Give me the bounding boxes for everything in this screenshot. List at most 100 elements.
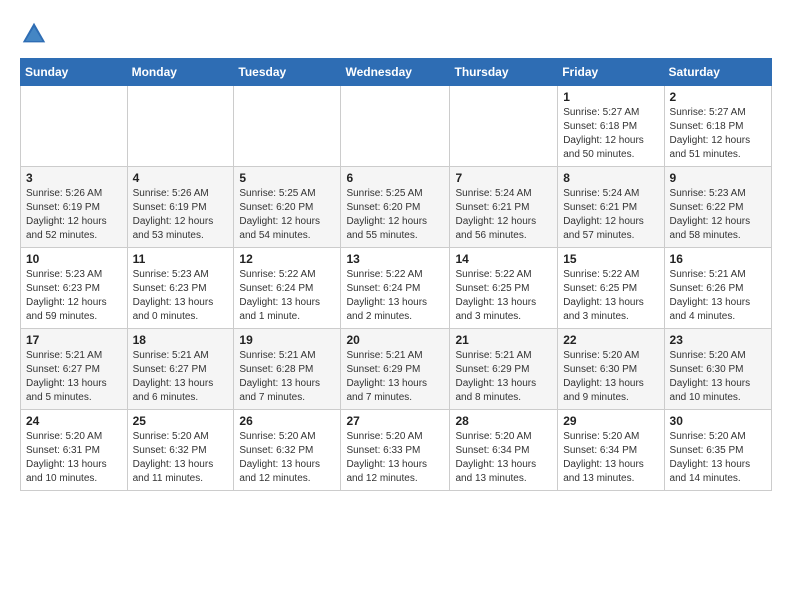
calendar-cell: 3 Sunrise: 5:26 AMSunset: 6:19 PMDaylight… xyxy=(21,167,128,248)
day-number: 14 xyxy=(455,252,552,266)
day-info: Sunrise: 5:23 AMSunset: 6:23 PMDaylight:… xyxy=(26,268,122,324)
day-number: 3 xyxy=(26,171,122,185)
day-number: 13 xyxy=(346,252,444,266)
day-info: Sunrise: 5:20 AMSunset: 6:33 PMDaylight:… xyxy=(346,430,444,486)
col-header-tuesday: Tuesday xyxy=(234,59,341,86)
day-number: 29 xyxy=(563,414,658,428)
day-info: Sunrise: 5:22 AMSunset: 6:24 PMDaylight:… xyxy=(346,268,444,324)
day-info: Sunrise: 5:21 AMSunset: 6:29 PMDaylight:… xyxy=(455,349,552,405)
calendar-cell: 11 Sunrise: 5:23 AMSunset: 6:23 PMDayligh… xyxy=(127,248,234,329)
day-number: 7 xyxy=(455,171,552,185)
col-header-wednesday: Wednesday xyxy=(341,59,450,86)
calendar-cell xyxy=(341,86,450,167)
day-number: 27 xyxy=(346,414,444,428)
calendar-cell xyxy=(127,86,234,167)
day-info: Sunrise: 5:27 AMSunset: 6:18 PMDaylight:… xyxy=(670,106,766,162)
calendar-cell: 27 Sunrise: 5:20 AMSunset: 6:33 PMDayligh… xyxy=(341,410,450,491)
day-number: 10 xyxy=(26,252,122,266)
calendar-cell: 19 Sunrise: 5:21 AMSunset: 6:28 PMDayligh… xyxy=(234,329,341,410)
calendar-cell: 24 Sunrise: 5:20 AMSunset: 6:31 PMDayligh… xyxy=(21,410,128,491)
day-number: 5 xyxy=(239,171,335,185)
calendar-cell: 1 Sunrise: 5:27 AMSunset: 6:18 PMDaylight… xyxy=(558,86,664,167)
calendar-cell: 21 Sunrise: 5:21 AMSunset: 6:29 PMDayligh… xyxy=(450,329,558,410)
day-info: Sunrise: 5:20 AMSunset: 6:34 PMDaylight:… xyxy=(455,430,552,486)
day-number: 23 xyxy=(670,333,766,347)
calendar-cell: 4Sunrise: 5:26 AMSunset: 6:19 PMDaylight… xyxy=(127,167,234,248)
calendar-cell: 5 Sunrise: 5:25 AMSunset: 6:20 PMDaylight… xyxy=(234,167,341,248)
calendar-cell: 8Sunrise: 5:24 AMSunset: 6:21 PMDaylight… xyxy=(558,167,664,248)
calendar-cell xyxy=(450,86,558,167)
day-number: 25 xyxy=(133,414,229,428)
day-info: Sunrise: 5:27 AMSunset: 6:18 PMDaylight:… xyxy=(563,106,658,162)
calendar-cell: 15Sunrise: 5:22 AMSunset: 6:25 PMDayligh… xyxy=(558,248,664,329)
day-info: Sunrise: 5:22 AMSunset: 6:24 PMDaylight:… xyxy=(239,268,335,324)
logo-icon xyxy=(20,20,48,48)
day-number: 11 xyxy=(133,252,229,266)
calendar-cell xyxy=(234,86,341,167)
day-number: 26 xyxy=(239,414,335,428)
day-number: 15 xyxy=(563,252,658,266)
calendar-cell: 13 Sunrise: 5:22 AMSunset: 6:24 PMDayligh… xyxy=(341,248,450,329)
day-number: 22 xyxy=(563,333,658,347)
col-header-monday: Monday xyxy=(127,59,234,86)
calendar-cell: 16Sunrise: 5:21 AMSunset: 6:26 PMDayligh… xyxy=(664,248,771,329)
col-header-friday: Friday xyxy=(558,59,664,86)
day-info: Sunrise: 5:25 AMSunset: 6:20 PMDaylight:… xyxy=(239,187,335,243)
day-number: 12 xyxy=(239,252,335,266)
calendar-cell: 30 Sunrise: 5:20 AMSunset: 6:35 PMDayligh… xyxy=(664,410,771,491)
calendar-cell: 7 Sunrise: 5:24 AMSunset: 6:21 PMDaylight… xyxy=(450,167,558,248)
day-number: 20 xyxy=(346,333,444,347)
day-number: 19 xyxy=(239,333,335,347)
day-number: 8 xyxy=(563,171,658,185)
day-info: Sunrise: 5:24 AMSunset: 6:21 PMDaylight:… xyxy=(455,187,552,243)
day-info: Sunrise: 5:20 AMSunset: 6:34 PMDaylight:… xyxy=(563,430,658,486)
day-info: Sunrise: 5:20 AMSunset: 6:32 PMDaylight:… xyxy=(133,430,229,486)
col-header-thursday: Thursday xyxy=(450,59,558,86)
calendar-week-row: 17Sunrise: 5:21 AMSunset: 6:27 PMDayligh… xyxy=(21,329,772,410)
calendar-cell: 10 Sunrise: 5:23 AMSunset: 6:23 PMDayligh… xyxy=(21,248,128,329)
calendar-cell: 26 Sunrise: 5:20 AMSunset: 6:32 PMDayligh… xyxy=(234,410,341,491)
day-info: Sunrise: 5:21 AMSunset: 6:29 PMDaylight:… xyxy=(346,349,444,405)
calendar-cell: 12 Sunrise: 5:22 AMSunset: 6:24 PMDayligh… xyxy=(234,248,341,329)
calendar-header-row: SundayMondayTuesdayWednesdayThursdayFrid… xyxy=(21,59,772,86)
day-info: Sunrise: 5:21 AMSunset: 6:27 PMDaylight:… xyxy=(26,349,122,405)
day-info: Sunrise: 5:23 AMSunset: 6:23 PMDaylight:… xyxy=(133,268,229,324)
calendar-cell xyxy=(21,86,128,167)
calendar-cell: 2 Sunrise: 5:27 AMSunset: 6:18 PMDaylight… xyxy=(664,86,771,167)
day-info: Sunrise: 5:20 AMSunset: 6:30 PMDaylight:… xyxy=(670,349,766,405)
day-info: Sunrise: 5:22 AMSunset: 6:25 PMDaylight:… xyxy=(455,268,552,324)
calendar-cell: 9 Sunrise: 5:23 AMSunset: 6:22 PMDaylight… xyxy=(664,167,771,248)
calendar-week-row: 10 Sunrise: 5:23 AMSunset: 6:23 PMDayligh… xyxy=(21,248,772,329)
col-header-sunday: Sunday xyxy=(21,59,128,86)
day-info: Sunrise: 5:20 AMSunset: 6:30 PMDaylight:… xyxy=(563,349,658,405)
logo xyxy=(20,20,52,48)
calendar-cell: 28Sunrise: 5:20 AMSunset: 6:34 PMDayligh… xyxy=(450,410,558,491)
day-number: 18 xyxy=(133,333,229,347)
day-number: 21 xyxy=(455,333,552,347)
day-number: 24 xyxy=(26,414,122,428)
calendar-cell: 20 Sunrise: 5:21 AMSunset: 6:29 PMDayligh… xyxy=(341,329,450,410)
day-info: Sunrise: 5:26 AMSunset: 6:19 PMDaylight:… xyxy=(26,187,122,243)
day-info: Sunrise: 5:25 AMSunset: 6:20 PMDaylight:… xyxy=(346,187,444,243)
day-number: 6 xyxy=(346,171,444,185)
day-info: Sunrise: 5:21 AMSunset: 6:27 PMDaylight:… xyxy=(133,349,229,405)
page-header xyxy=(20,20,772,48)
day-number: 30 xyxy=(670,414,766,428)
calendar-cell: 17Sunrise: 5:21 AMSunset: 6:27 PMDayligh… xyxy=(21,329,128,410)
day-info: Sunrise: 5:20 AMSunset: 6:32 PMDaylight:… xyxy=(239,430,335,486)
day-number: 1 xyxy=(563,90,658,104)
day-info: Sunrise: 5:21 AMSunset: 6:28 PMDaylight:… xyxy=(239,349,335,405)
day-number: 9 xyxy=(670,171,766,185)
calendar-cell: 6 Sunrise: 5:25 AMSunset: 6:20 PMDaylight… xyxy=(341,167,450,248)
day-info: Sunrise: 5:20 AMSunset: 6:31 PMDaylight:… xyxy=(26,430,122,486)
calendar-cell: 25 Sunrise: 5:20 AMSunset: 6:32 PMDayligh… xyxy=(127,410,234,491)
day-number: 4 xyxy=(133,171,229,185)
day-info: Sunrise: 5:23 AMSunset: 6:22 PMDaylight:… xyxy=(670,187,766,243)
calendar-cell: 14 Sunrise: 5:22 AMSunset: 6:25 PMDayligh… xyxy=(450,248,558,329)
day-number: 2 xyxy=(670,90,766,104)
calendar-week-row: 1 Sunrise: 5:27 AMSunset: 6:18 PMDaylight… xyxy=(21,86,772,167)
calendar-cell: 23 Sunrise: 5:20 AMSunset: 6:30 PMDayligh… xyxy=(664,329,771,410)
day-info: Sunrise: 5:20 AMSunset: 6:35 PMDaylight:… xyxy=(670,430,766,486)
day-number: 16 xyxy=(670,252,766,266)
calendar-cell: 29 Sunrise: 5:20 AMSunset: 6:34 PMDayligh… xyxy=(558,410,664,491)
